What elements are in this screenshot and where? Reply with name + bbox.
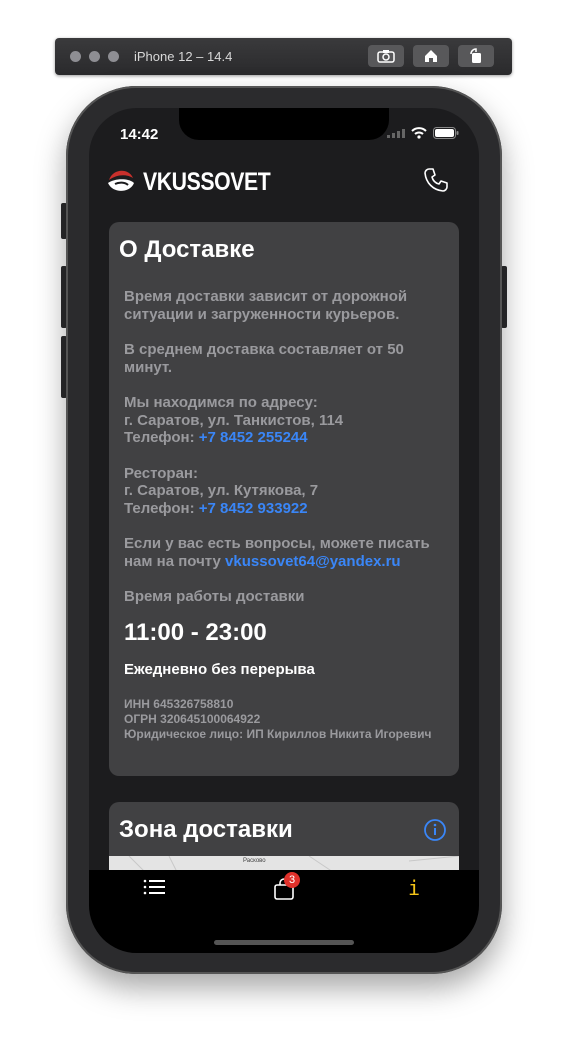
phone-label: Телефон: — [124, 429, 195, 446]
address-text: г. Саратов, ул. Танкистов, 114 — [124, 411, 344, 429]
delivery-title: О Доставке — [119, 236, 255, 263]
simulator-title: iPhone 12 – 14.4 — [134, 49, 233, 64]
restaurant-address-block: Ресторан: г. Саратов, ул. Кутякова, 7 Те… — [124, 465, 449, 518]
rotate-icon — [470, 48, 481, 63]
zoom-window-dot[interactable] — [108, 51, 119, 62]
info-tab-label: i — [408, 876, 421, 900]
rotate-button[interactable] — [458, 45, 494, 67]
notch — [179, 108, 389, 140]
wifi-icon — [411, 127, 427, 139]
map-label: Расково — [243, 858, 266, 864]
restaurant-address: г. Саратов, ул. Кутякова, 7 — [124, 482, 319, 499]
delivery-body: Время доставки зависит от дорожной ситуа… — [124, 288, 449, 742]
tab-info[interactable]: i — [408, 876, 420, 900]
brand-name: VKUSSOVET — [143, 167, 271, 196]
status-icons — [387, 127, 459, 139]
email-link[interactable]: vkussovet64@yandex.ru — [225, 553, 401, 570]
app-header: VKUSSOVET — [89, 160, 479, 206]
home-indicator — [214, 940, 354, 945]
delivery-time-note: Время доставки зависит от дорожной ситуа… — [124, 288, 408, 323]
restaurant-label: Ресторан: — [124, 464, 198, 482]
zone-info-button[interactable] — [423, 818, 447, 847]
contact-note: Если у вас есть вопросы, можете писать н… — [124, 535, 449, 570]
status-time: 14:42 — [120, 126, 159, 143]
legal-entity-text: Юридическое лицо: ИП Кириллов Никита Иго… — [124, 726, 432, 741]
battery-icon — [433, 127, 459, 139]
address-label: Мы находимся по адресу: — [124, 394, 318, 411]
tab-menu[interactable] — [143, 878, 165, 901]
tab-bar: 3 i — [89, 870, 479, 953]
hours-label: Время работы доставки — [124, 588, 305, 605]
minimize-window-dot[interactable] — [89, 51, 100, 62]
tab-cart[interactable]: 3 — [274, 872, 300, 905]
home-button[interactable] — [413, 45, 449, 67]
zone-title: Зона доставки — [119, 816, 293, 843]
delivery-hours: 11:00 - 23:00 — [124, 618, 267, 646]
signal-icon — [387, 129, 405, 138]
ogrn-text: ОГРН 320645100064922 — [124, 711, 261, 726]
list-icon — [143, 879, 165, 895]
cart-count-badge: 3 — [284, 872, 300, 888]
daily-schedule: Ежедневно без перерыва — [124, 661, 315, 678]
delivery-info-card: О Доставке Время доставки зависит от дор… — [109, 222, 459, 776]
phone-icon — [424, 168, 448, 192]
phone-label: Телефон: — [124, 499, 195, 517]
call-button[interactable] — [423, 167, 449, 198]
screenshot-button[interactable] — [368, 45, 404, 67]
info-circle-icon — [424, 819, 446, 841]
app-screen: 14:42 VKUSSOVET О Доставке Время доставк… — [89, 108, 479, 953]
home-icon — [425, 50, 437, 62]
delivery-average-note: В среднем доставка составляет от 50 мину… — [124, 341, 404, 376]
restaurant-phone-link[interactable]: +7 8452 933922 — [199, 500, 308, 517]
office-address-block: Мы находимся по адресу: г. Саратов, ул. … — [124, 394, 449, 447]
brand-logo[interactable]: VKUSSOVET — [105, 166, 293, 198]
simulator-toolbar: iPhone 12 – 14.4 — [55, 38, 512, 75]
close-window-dot[interactable] — [70, 51, 81, 62]
camera-icon — [377, 50, 395, 63]
brand-mark-icon — [108, 170, 134, 191]
inn-text: ИНН 645326758810 — [124, 696, 234, 711]
office-phone-link[interactable]: +7 8452 255244 — [199, 429, 308, 446]
